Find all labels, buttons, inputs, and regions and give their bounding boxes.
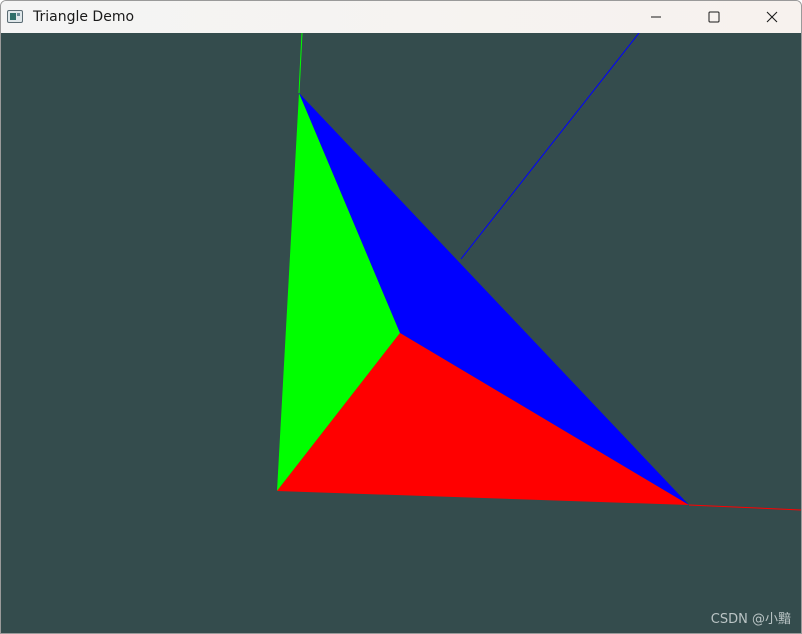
app-window: Triangle Demo CSDN @小黯 (0, 0, 802, 634)
title-bar[interactable]: Triangle Demo (1, 1, 801, 33)
app-icon-pane-small (17, 13, 20, 16)
close-button[interactable] (743, 1, 801, 33)
z-axis-line (460, 33, 640, 260)
minimize-button[interactable] (627, 1, 685, 33)
close-icon (766, 11, 778, 23)
scene-canvas[interactable] (1, 33, 801, 633)
maximize-icon (708, 11, 720, 23)
app-icon[interactable] (7, 10, 23, 23)
x-axis-line (688, 504, 801, 511)
y-axis-line (298, 33, 303, 94)
render-viewport[interactable]: CSDN @小黯 (1, 33, 801, 633)
maximize-button[interactable] (685, 1, 743, 33)
watermark-text: CSDN @小黯 (710, 612, 791, 627)
window-title: Triangle Demo (33, 9, 135, 25)
minimize-icon (651, 16, 661, 18)
app-icon-pane (10, 13, 16, 20)
